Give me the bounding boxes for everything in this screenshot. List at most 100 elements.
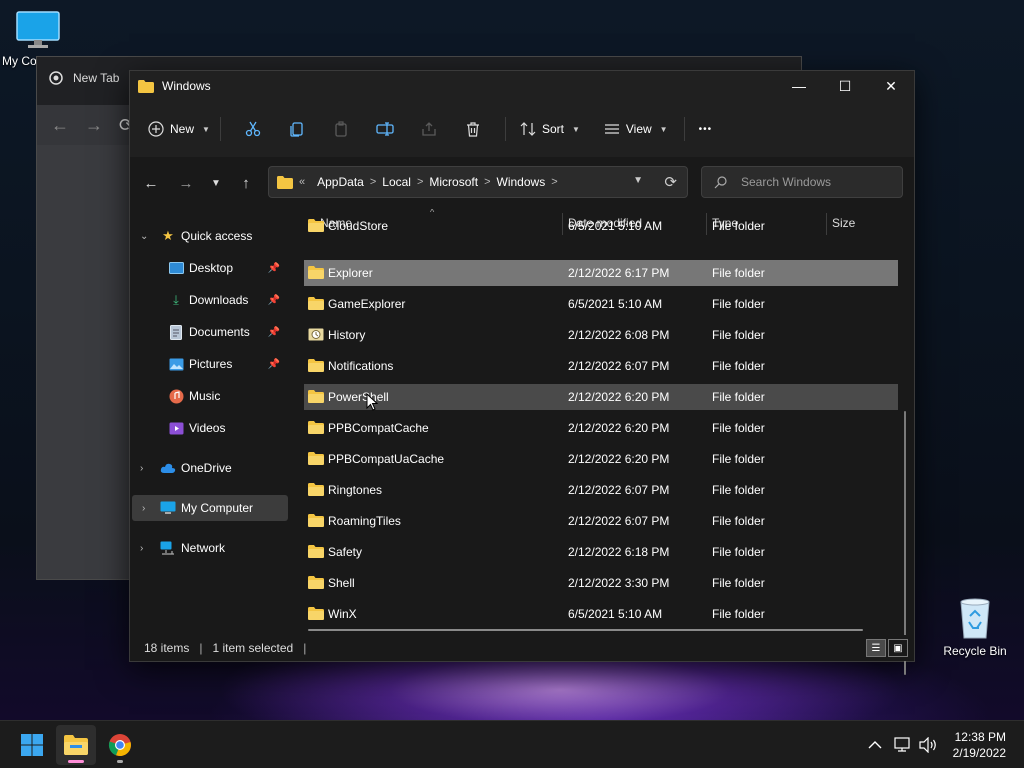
chevron-down-icon: ▼ [659,124,668,134]
folder-icon [308,390,324,403]
folder-icon [308,297,324,310]
title-bar[interactable]: Windows — ☐ ✕ [130,71,914,101]
sidebar-item-documents[interactable]: Documents 📌 [130,319,286,345]
table-row[interactable]: WinX 6/5/2021 5:10 AM File folder [304,601,898,627]
refresh-icon[interactable]: ⟳ [664,173,677,191]
chrome-favicon-icon [49,71,63,85]
copy-icon [290,122,303,137]
paste-button[interactable] [319,113,363,145]
start-button[interactable] [12,725,52,765]
sidebar-item-pictures[interactable]: Pictures 📌 [130,351,286,377]
breadcrumb-separator-icon[interactable]: > [551,176,557,188]
back-arrow-icon[interactable]: ← [51,115,69,136]
copy-button[interactable] [275,113,319,145]
chevron-right-icon[interactable]: › [140,463,143,474]
chevron-down-icon[interactable]: ⌄ [140,231,148,242]
navigation-pane: ⌄ ★ Quick access Desktop 📌 ⤓ Downloads 📌… [130,209,290,635]
row-name: Explorer [328,266,373,280]
network-status-icon[interactable] [894,721,912,768]
up-arrow-icon[interactable]: ↑ [234,171,258,195]
search-input[interactable] [741,175,881,189]
show-hidden-icons-chevron-icon[interactable] [868,721,882,768]
share-button[interactable] [407,113,451,145]
forward-arrow-icon[interactable]: → [85,115,103,136]
address-history-chevron-icon[interactable]: ▼ [633,175,643,186]
desktop-icon-recycle-bin[interactable]: Recycle Bin [940,596,1010,658]
row-date-modified: 2/12/2022 6:07 PM [568,359,670,373]
row-date-modified: 2/12/2022 6:08 PM [568,328,670,342]
minimize-button[interactable]: — [776,71,822,101]
table-row[interactable]: Safety 2/12/2022 6:18 PM File folder [304,539,898,565]
table-row[interactable]: Shell 2/12/2022 3:30 PM File folder [304,570,898,596]
breadcrumb-microsoft[interactable]: Microsoft [429,175,478,189]
sort-button[interactable]: Sort ▼ [520,113,580,145]
sidebar-item-network[interactable]: › Network [130,535,286,561]
volume-icon[interactable] [918,721,938,768]
table-row[interactable]: PPBCompatCache 2/12/2022 6:20 PM File fold… [304,415,898,441]
breadcrumb-overflow[interactable]: « [299,176,305,188]
toolbar-divider [219,117,221,141]
sidebar-item-desktop[interactable]: Desktop 📌 [130,255,286,281]
taskbar-chrome[interactable] [100,725,140,765]
taskbar-file-explorer[interactable] [56,725,96,765]
sort-ascending-icon: ^ [430,209,435,217]
file-explorer-window[interactable]: Windows — ☐ ✕ New ▼ Sort ▼ View ▼ ••• ← … [129,70,915,675]
sidebar-item-music[interactable]: Music [130,383,286,409]
sidebar-item-downloads[interactable]: ⤓ Downloads 📌 [130,287,286,313]
details-view-icon[interactable]: ☰ [866,639,886,657]
row-date-modified: 2/12/2022 6:17 PM [568,266,670,280]
horizontal-scrollbar[interactable] [308,629,863,631]
table-row[interactable]: PPBCompatUaCache 2/12/2022 6:20 PM File fo… [304,446,898,472]
table-row[interactable]: PowerShell 2/12/2022 6:20 PM File folder [304,384,898,410]
forward-arrow-icon[interactable]: → [174,171,198,195]
sidebar-item-label: Pictures [189,357,233,371]
delete-button[interactable] [451,113,495,145]
breadcrumb-local[interactable]: Local [382,175,411,189]
table-row[interactable]: GameExplorer 6/5/2021 5:10 AM File folder [304,291,898,317]
row-type: File folder [712,297,765,311]
chrome-tab-new-tab[interactable]: New Tab [49,71,119,85]
breadcrumb-separator-icon[interactable]: > [417,176,423,188]
table-row[interactable]: Notifications 2/12/2022 6:07 PM File folde… [304,353,898,379]
pin-icon[interactable]: 📌 [268,295,280,306]
pin-icon[interactable]: 📌 [268,263,280,274]
table-row[interactable]: RoamingTiles 2/12/2022 6:07 PM File folder [304,508,898,534]
new-button[interactable]: New ▼ [148,113,210,145]
sidebar-item-videos[interactable]: Videos [130,415,286,441]
table-row[interactable]: Ringtones 2/12/2022 6:07 PM File folder [304,477,898,503]
maximize-button[interactable]: ☐ [822,71,868,101]
breadcrumb-windows[interactable]: Windows [497,175,546,189]
view-button[interactable]: View ▼ [604,113,668,145]
close-button[interactable]: ✕ [868,71,914,101]
address-bar[interactable]: « AppData > Local > Microsoft > Windows … [268,166,688,198]
sidebar-item-my-computer[interactable]: › My Computer [132,495,288,521]
tiles-view-icon[interactable]: ▣ [888,639,908,657]
chevron-right-icon[interactable]: › [142,503,145,514]
item-count: 18 items [144,641,190,655]
pin-icon[interactable]: 📌 [268,327,280,338]
pin-icon[interactable]: 📌 [268,359,280,370]
pane-splitter[interactable] [290,209,298,635]
row-type: File folder [712,421,765,435]
recent-locations-chevron-icon[interactable]: ▼ [204,171,228,195]
sidebar-item-onedrive[interactable]: › OneDrive [130,455,286,481]
more-options-button[interactable]: ••• [699,113,713,145]
cut-button[interactable] [231,113,275,145]
search-box[interactable] [701,166,903,198]
chevron-right-icon[interactable]: › [140,543,143,554]
rename-button[interactable] [363,113,407,145]
back-arrow-icon[interactable]: ← [139,171,163,195]
sidebar-item-quick-access[interactable]: ⌄ ★ Quick access [130,223,286,249]
row-type: File folder [712,359,765,373]
breadcrumb-separator-icon[interactable]: > [370,176,376,188]
table-row[interactable]: History 2/12/2022 6:08 PM File folder [304,322,898,348]
breadcrumb-appdata[interactable]: AppData [317,175,364,189]
table-row[interactable]: CloudStore 6/5/2021 5:10 AM File folder [304,219,898,239]
breadcrumb-separator-icon[interactable]: > [484,176,490,188]
taskbar-clock[interactable]: 12:38 PM 2/19/2022 [953,729,1006,761]
row-type: File folder [712,452,765,466]
table-row[interactable]: Explorer 2/12/2022 6:17 PM File folder [304,260,898,286]
toolbar-divider [683,117,685,141]
window-title: Windows [162,79,211,93]
row-date-modified: 2/12/2022 6:18 PM [568,545,670,559]
